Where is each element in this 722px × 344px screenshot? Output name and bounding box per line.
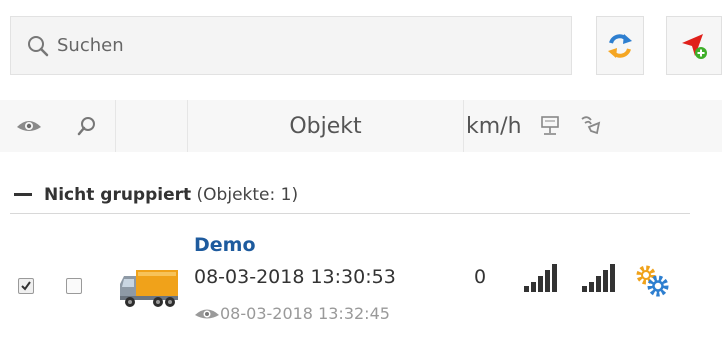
last-message-time: 08-03-2018 13:30:53 — [194, 266, 396, 288]
navigate-add-icon — [682, 33, 707, 59]
table-header: Objekt km/h — [0, 100, 722, 152]
refresh-arrows-icon — [608, 33, 632, 58]
refresh-button[interactable] — [596, 16, 644, 75]
column-icon — [116, 100, 188, 152]
search-input[interactable] — [57, 35, 537, 56]
gps-signal-icon — [541, 116, 559, 135]
eye-icon — [17, 121, 41, 131]
table-row[interactable]: Demo 08-03-2018 13:30:53 08-03-2018 13:3… — [0, 226, 722, 336]
select-checkbox[interactable] — [66, 278, 82, 294]
group-count: (Objekte: 1) — [196, 184, 299, 205]
last-seen: 08-03-2018 13:32:45 — [194, 304, 390, 323]
last-seen-time: 08-03-2018 13:32:45 — [220, 304, 390, 323]
gears-icon[interactable] — [634, 264, 672, 298]
search-icon — [28, 35, 49, 56]
column-visibility[interactable] — [0, 100, 58, 152]
gps-signal-bars-icon[interactable] — [522, 262, 568, 292]
column-gps[interactable] — [532, 100, 568, 152]
speed-value: 0 — [474, 266, 487, 288]
object-name-link[interactable]: Demo — [194, 234, 256, 256]
gsm-signal-icon — [581, 116, 601, 135]
column-find[interactable] — [58, 100, 116, 152]
add-location-button[interactable] — [666, 16, 722, 75]
search-icon — [77, 117, 95, 136]
search-box[interactable] — [10, 16, 572, 75]
group-header[interactable]: Nicht gruppiert (Objekte: 1) — [10, 176, 690, 214]
collapse-icon[interactable] — [14, 193, 32, 196]
gsm-signal-bars-icon[interactable] — [580, 262, 626, 292]
column-speed[interactable]: km/h — [464, 100, 532, 152]
visibility-checkbox[interactable] — [18, 278, 34, 294]
checkmark-icon — [21, 281, 31, 291]
column-object[interactable]: Objekt — [188, 100, 464, 152]
truck-icon — [120, 270, 178, 307]
column-gsm[interactable] — [568, 100, 614, 152]
group-name: Nicht gruppiert — [44, 184, 192, 205]
eye-icon — [195, 309, 219, 318]
